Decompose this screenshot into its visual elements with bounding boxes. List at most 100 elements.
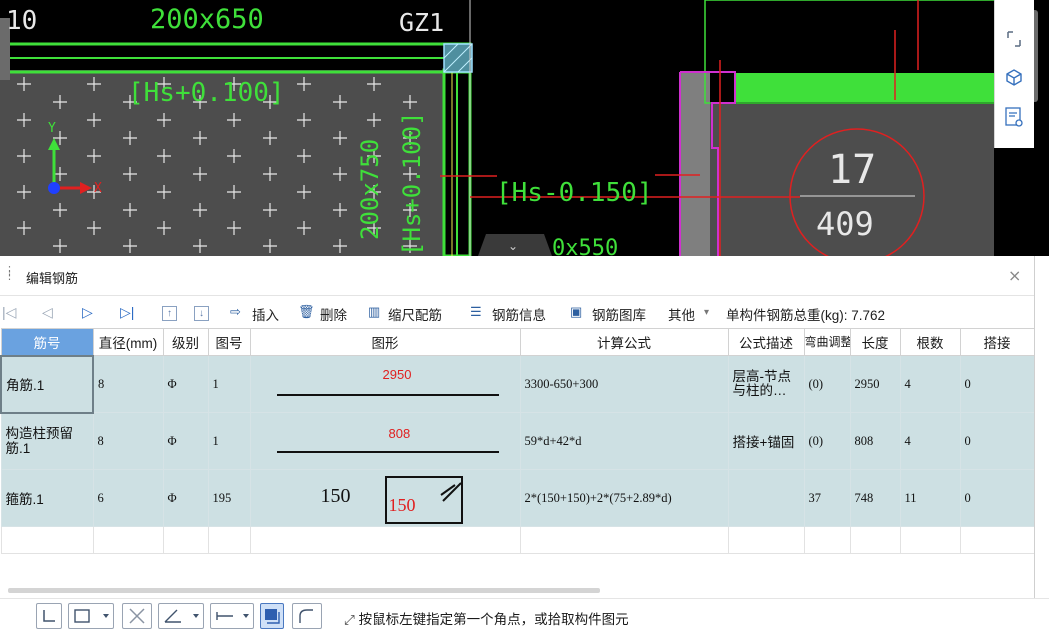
cell-diameter[interactable]: 8	[92, 355, 164, 413]
rebar-library-icon: ▣	[570, 304, 583, 319]
cell-diameter[interactable]: 8	[92, 412, 164, 470]
status-hint: ⤢ 按鼠标左键指定第一个角点，或拾取构件图元	[344, 608, 629, 628]
panel-title: 编辑钢筋	[26, 271, 79, 286]
view-toolbar	[994, 0, 1034, 148]
cell-grade[interactable]: Φ	[162, 469, 209, 527]
cell-length[interactable]: 748	[849, 469, 901, 527]
next-record-button[interactable]: ▷	[82, 304, 93, 321]
beam-size-label: 200x650	[150, 4, 264, 35]
cell-bar-id[interactable]: 构造柱预留筋.1	[0, 412, 94, 470]
scale-rebar-icon: ▥	[368, 304, 381, 319]
cell-formula[interactable]: 2*(150+150)+2*(75+2.89*d)	[519, 469, 729, 527]
col-header-bar-id[interactable]: 筋号	[0, 328, 94, 356]
table-row[interactable]: 角筋.1 8 Φ 1 2950 3300-650+300 层高-节点与柱的… (…	[0, 354, 1035, 414]
cad-drawing: ⌄	[0, 0, 1038, 256]
beam-left-label: 10	[6, 6, 38, 36]
offset-snap-icon[interactable]	[210, 603, 254, 629]
angle-snap-icon[interactable]	[158, 603, 204, 629]
cell-lap[interactable]: 0	[959, 469, 1035, 527]
shape-length-label: 2950	[382, 366, 412, 382]
last-record-button[interactable]: ▷|	[120, 304, 134, 321]
shape-length-label: 808	[388, 425, 411, 441]
col-header-grade[interactable]: 级别	[162, 328, 209, 356]
cell-figure-no[interactable]: 195	[207, 469, 251, 527]
partial-bottom-label: 0x550	[552, 236, 619, 257]
insert-icon: ⇨	[230, 304, 241, 319]
first-record-button[interactable]: |◁	[2, 304, 16, 321]
cell-count[interactable]: 11	[899, 469, 961, 527]
cell-lap[interactable]: 0	[959, 412, 1035, 470]
cell-bend-adjust[interactable]: 37	[803, 469, 851, 527]
cell-grade[interactable]: Φ	[162, 355, 209, 413]
cell-bar-id[interactable]: 角筋.1	[0, 354, 94, 414]
axis-y-label: Y	[48, 121, 56, 136]
rebar-library-button[interactable]: 钢筋图库	[592, 304, 646, 324]
col-header-diameter[interactable]: 直径(mm)	[92, 328, 164, 356]
col-header-bend-adjust[interactable]: 弯曲调整	[803, 328, 851, 356]
scale-rebar-button[interactable]: 缩尺配筋	[388, 304, 442, 324]
col-header-shape[interactable]: 图形	[249, 328, 521, 356]
cell-formula[interactable]: 3300-650+300	[519, 355, 729, 413]
orthogonal-mode-icon[interactable]	[36, 603, 62, 629]
rebar-info-button[interactable]: 钢筋信息	[492, 304, 546, 324]
elevation-top-label: [Hs+0.100]	[128, 78, 285, 108]
status-hint-text: 按鼠标左键指定第一个角点，或拾取构件图元	[358, 612, 629, 627]
circle-top-label: 17	[828, 147, 877, 193]
cell-bend-adjust[interactable]: (0)	[803, 412, 851, 470]
cell-formula-desc[interactable]: 层高-节点与柱的…	[727, 355, 805, 413]
display-mode-icon[interactable]	[260, 603, 284, 629]
cell-bend-adjust[interactable]: (0)	[803, 355, 851, 413]
cell-figure-no[interactable]: 1	[207, 355, 251, 413]
table-row[interactable]: 构造柱预留筋.1 8 Φ 1 808 59*d+42*d 搭接+锚固 (0) 8…	[0, 412, 1035, 470]
col-header-count[interactable]: 根数	[899, 328, 961, 356]
col-header-formula[interactable]: 计算公式	[519, 328, 729, 356]
cell-lap[interactable]: 0	[959, 355, 1035, 413]
move-up-button[interactable]: ↑	[162, 306, 177, 321]
panel-title-bar[interactable]: ⋮ ⋮ 编辑钢筋 ×	[0, 256, 1034, 296]
other-menu-button[interactable]: 其他	[668, 304, 695, 324]
prev-record-button[interactable]: ◁	[42, 304, 53, 321]
cube-view-icon[interactable]	[1003, 66, 1025, 88]
cell-formula-desc[interactable]: 搭接+锚固	[727, 412, 805, 470]
cancel-snap-icon[interactable]	[122, 603, 152, 629]
cell-shape[interactable]: 2950	[249, 355, 521, 413]
select-box-icon[interactable]	[1003, 28, 1025, 50]
col-header-formula-desc[interactable]: 公式描述	[727, 328, 805, 356]
cell-count[interactable]: 4	[899, 412, 961, 470]
col-header-figure-no[interactable]: 图号	[207, 328, 251, 356]
move-down-button[interactable]: ↓	[194, 306, 209, 321]
cell-formula[interactable]: 59*d+42*d	[519, 412, 729, 470]
svg-text:⌄: ⌄	[508, 239, 518, 253]
edit-rebar-panel: ⋮ ⋮ 编辑钢筋 × |◁ ◁ ▷ ▷| ↑ ↓ ⇨ 插入 🗑 删除 ▥ 缩尺配筋…	[0, 256, 1035, 598]
cell-count[interactable]: 4	[899, 355, 961, 413]
cell-diameter[interactable]: 6	[92, 469, 164, 527]
right-edge-strip	[1034, 256, 1049, 598]
cell-figure-no[interactable]: 1	[207, 412, 251, 470]
cell-formula-desc[interactable]	[727, 469, 805, 527]
straight-bar-line	[276, 393, 499, 396]
cell-length[interactable]: 2950	[849, 355, 901, 413]
cell-shape[interactable]: 150 150	[249, 469, 521, 527]
arc-draw-icon[interactable]	[292, 603, 322, 629]
close-icon[interactable]: ×	[1008, 266, 1021, 285]
rebar-info-icon: ☰	[470, 304, 482, 319]
table-row[interactable]: 箍筋.1 6 Φ 195 150 150 2*(150+150)+2*(75+2…	[0, 469, 1035, 527]
cad-viewport[interactable]: ⌄ 10 200x650 GZ1 [Hs+0.100] 200x750 [Hs+…	[0, 0, 1049, 256]
rebar-toolbar: |◁ ◁ ▷ ▷| ↑ ↓ ⇨ 插入 🗑 删除 ▥ 缩尺配筋 ☰ 钢筋信息 ▣ …	[0, 300, 1034, 326]
col-header-length[interactable]: 长度	[849, 328, 901, 356]
cell-length[interactable]: 808	[849, 412, 901, 470]
table-row-empty[interactable]	[0, 526, 1035, 554]
col-header-lap[interactable]: 搭接	[959, 328, 1035, 356]
rect-snap-icon[interactable]	[68, 603, 114, 629]
view-settings-icon[interactable]	[1003, 106, 1025, 128]
drag-grip-icon[interactable]: ⋮ ⋮	[4, 265, 15, 284]
cell-shape[interactable]: 808	[249, 412, 521, 470]
horizontal-scrollbar[interactable]	[8, 588, 600, 593]
axis-x-label: X	[94, 181, 102, 196]
delete-icon: 🗑	[298, 304, 315, 319]
insert-button[interactable]: 插入	[252, 304, 279, 324]
delete-button[interactable]: 删除	[320, 304, 347, 324]
straight-bar-line	[276, 450, 499, 453]
cell-bar-id[interactable]: 箍筋.1	[0, 469, 94, 527]
cell-grade[interactable]: Φ	[162, 412, 209, 470]
